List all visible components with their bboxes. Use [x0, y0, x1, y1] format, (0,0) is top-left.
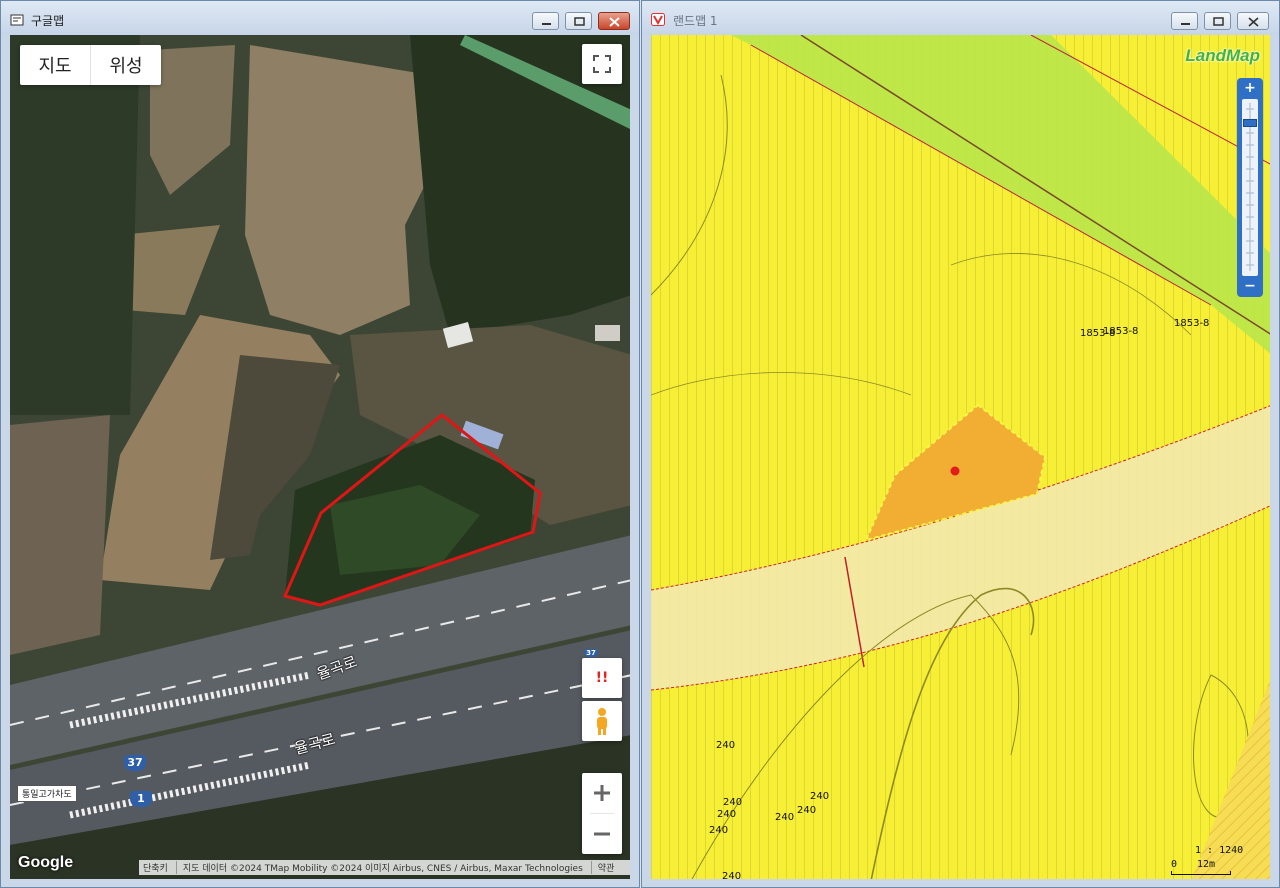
zoning-layers: [651, 35, 1270, 879]
google-map-window: 구글맵 지도 위성 !! 율곡로 율곡로 37 1 37 통일고가차도 Goog…: [0, 0, 640, 888]
lot-number: 240: [810, 791, 830, 802]
lot-number: 240: [723, 797, 743, 808]
minimize-icon: [542, 23, 551, 25]
scale-indicator: 1 : 1240 0 12m: [1171, 845, 1261, 875]
bridge-label: 통일고가차도: [17, 785, 77, 802]
maximize-button[interactable]: [565, 12, 592, 30]
parcel-label: 1853-8: [1174, 318, 1210, 329]
lot-number: 240: [722, 871, 742, 879]
fullscreen-button[interactable]: [582, 44, 622, 84]
lot-number: 240: [775, 812, 795, 823]
zoom-track[interactable]: [1242, 99, 1258, 276]
route-shield-edge: 37: [584, 649, 598, 657]
window-title: 랜드맵 1: [673, 14, 718, 28]
window-icon: [10, 14, 24, 26]
zoom-out-button[interactable]: −: [1241, 279, 1259, 295]
map-attribution: 단축키 지도 데이터 ©2024 TMap Mobility ©2024 이미지…: [139, 860, 630, 875]
maximize-button[interactable]: [1204, 12, 1231, 30]
minimize-button[interactable]: [1171, 12, 1198, 30]
lot-number: 240: [709, 825, 729, 836]
landmap-app-icon: [651, 13, 665, 26]
landmap-window: 랜드맵 1 1853-8 1853-8 1853-8 240 240 240 2…: [641, 0, 1280, 888]
map-data-attribution: 지도 데이터 ©2024 TMap Mobility ©2024 이미지 Air…: [175, 861, 583, 874]
scale-bar-end: 12m: [1197, 859, 1216, 870]
close-icon: [1248, 17, 1259, 27]
zoom-handle[interactable]: [1243, 119, 1257, 127]
map-type-satellite-button[interactable]: 위성: [90, 45, 161, 85]
scale-bar: [1171, 871, 1231, 875]
lot-number: 240: [717, 809, 737, 820]
title-bar[interactable]: 랜드맵 1: [642, 1, 1279, 35]
window-title: 구글맵: [31, 14, 65, 28]
route-shield: 1: [130, 791, 152, 807]
street-view-pegman-button[interactable]: [582, 701, 622, 741]
zoom-out-button[interactable]: [582, 814, 622, 854]
report-button[interactable]: !!: [582, 658, 622, 698]
zoom-in-button[interactable]: +: [1241, 81, 1259, 97]
close-button[interactable]: [1237, 12, 1269, 30]
map-type-control: 지도 위성: [20, 45, 161, 85]
close-icon: [609, 17, 620, 27]
terms-link[interactable]: 약관: [590, 861, 614, 874]
title-bar[interactable]: 구글맵: [1, 1, 639, 35]
scale-ratio: 1 : 1240: [1195, 845, 1244, 856]
route-shield: 37: [124, 755, 146, 771]
map-type-map-button[interactable]: 지도: [20, 45, 90, 85]
close-button[interactable]: [598, 12, 630, 30]
report-icon: !!: [595, 670, 609, 686]
pegman-icon: [597, 708, 607, 735]
maximize-icon: [574, 17, 585, 26]
keyboard-shortcuts-link[interactable]: 단축키: [143, 861, 168, 874]
zoom-slider[interactable]: + −: [1237, 78, 1263, 297]
lot-number: 240: [716, 740, 736, 751]
fullscreen-icon: [593, 55, 611, 73]
satellite-map[interactable]: 지도 위성 !! 율곡로 율곡로 37 1 37 통일고가차도 Google 단…: [10, 35, 630, 879]
zoom-in-button[interactable]: [582, 773, 622, 813]
scale-bar-start: 0: [1171, 859, 1178, 870]
parcel-label: 1853-8: [1103, 326, 1139, 337]
lot-number: 240: [797, 805, 817, 816]
minimize-icon: [1181, 23, 1190, 25]
google-logo: Google: [18, 854, 74, 871]
cadastral-map[interactable]: 1853-8 1853-8 1853-8 240 240 240 240 240…: [651, 35, 1270, 879]
minimize-button[interactable]: [532, 12, 559, 30]
zoom-control: [582, 773, 622, 854]
maximize-icon: [1213, 17, 1224, 26]
landmap-logo: LandMap: [1185, 46, 1260, 65]
location-marker: [950, 466, 960, 476]
